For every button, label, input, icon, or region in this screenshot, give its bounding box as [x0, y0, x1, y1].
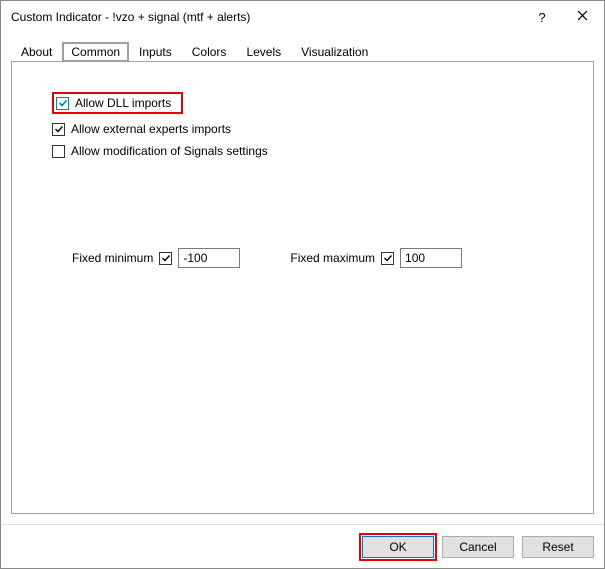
tab-label: About [21, 45, 52, 59]
close-button[interactable] [560, 2, 604, 32]
ok-button[interactable]: OK [362, 536, 434, 558]
tab-label: Common [71, 45, 120, 59]
option-allow-mod-signals-row: Allow modification of Signals settings [52, 144, 573, 158]
button-label: Cancel [459, 540, 496, 554]
help-icon: ? [538, 10, 545, 25]
fixed-maximum-input[interactable] [400, 248, 462, 268]
window-title: Custom Indicator - !vzo + signal (mtf + … [11, 10, 524, 24]
fixed-minimum-label: Fixed minimum [72, 251, 153, 265]
fixed-row: Fixed minimum Fixed maximum [52, 248, 573, 268]
allow-mod-signals-label: Allow modification of Signals settings [71, 144, 268, 158]
tab-inputs[interactable]: Inputs [129, 41, 182, 62]
fixed-maximum-group: Fixed maximum [290, 248, 462, 268]
option-allow-ext-experts-row: Allow external experts imports [52, 122, 573, 136]
tab-label: Visualization [301, 45, 368, 59]
tab-about[interactable]: About [11, 41, 62, 62]
button-label: Reset [542, 540, 573, 554]
tab-common[interactable]: Common [62, 42, 129, 62]
tab-visualization[interactable]: Visualization [291, 41, 378, 62]
client-area: About Common Inputs Colors Levels Visual… [1, 33, 604, 524]
options-group: Allow DLL imports Allow external experts… [52, 92, 573, 158]
tab-strip: About Common Inputs Colors Levels Visual… [11, 39, 594, 61]
cancel-button[interactable]: Cancel [442, 536, 514, 558]
tab-panel-common: Allow DLL imports Allow external experts… [11, 61, 594, 514]
tab-colors[interactable]: Colors [182, 41, 237, 62]
tab-label: Colors [192, 45, 227, 59]
title-bar: Custom Indicator - !vzo + signal (mtf + … [1, 1, 604, 33]
fixed-maximum-label: Fixed maximum [290, 251, 375, 265]
close-icon [577, 10, 588, 24]
tab-label: Levels [246, 45, 281, 59]
allow-dll-checkbox[interactable] [56, 97, 69, 110]
fixed-minimum-group: Fixed minimum [72, 248, 240, 268]
dialog-footer: OK Cancel Reset [1, 524, 604, 568]
button-label: OK [389, 540, 406, 554]
fixed-minimum-input[interactable] [178, 248, 240, 268]
dialog-window: Custom Indicator - !vzo + signal (mtf + … [0, 0, 605, 569]
reset-button[interactable]: Reset [522, 536, 594, 558]
allow-ext-experts-label: Allow external experts imports [71, 122, 231, 136]
allow-dll-label: Allow DLL imports [75, 96, 171, 110]
fixed-minimum-checkbox[interactable] [159, 252, 172, 265]
tab-label: Inputs [139, 45, 172, 59]
allow-mod-signals-checkbox[interactable] [52, 145, 65, 158]
help-button[interactable]: ? [524, 2, 560, 32]
allow-ext-experts-checkbox[interactable] [52, 123, 65, 136]
option-allow-dll-row: Allow DLL imports [52, 92, 573, 114]
fixed-maximum-checkbox[interactable] [381, 252, 394, 265]
tab-levels[interactable]: Levels [236, 41, 291, 62]
